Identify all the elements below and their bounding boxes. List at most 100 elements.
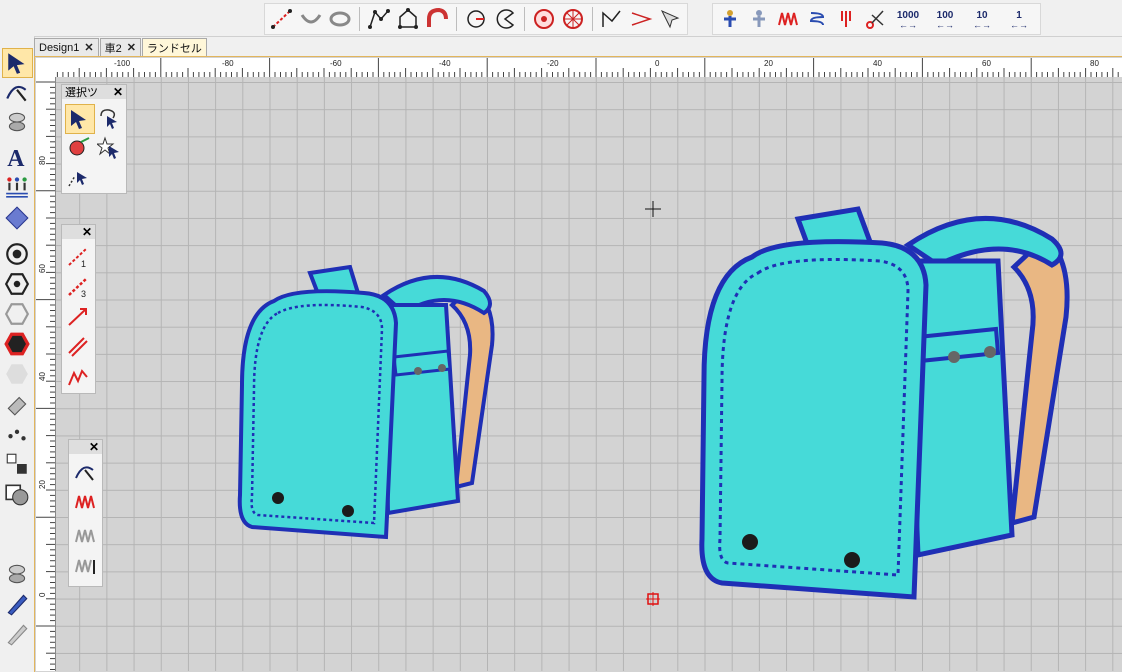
line-1-icon[interactable]: 1 <box>64 243 92 271</box>
hexagon-gray-icon[interactable] <box>2 360 31 388</box>
ruler-label: 60 <box>982 59 991 68</box>
closed-shape-icon[interactable] <box>395 6 421 32</box>
close-icon[interactable]: ✕ <box>113 85 123 99</box>
backpack-large-embroidery[interactable] <box>692 205 1092 605</box>
people-pattern-icon[interactable] <box>2 172 31 200</box>
select-arrow-icon[interactable] <box>2 48 33 78</box>
double-line-icon[interactable] <box>64 333 92 361</box>
panel-header: ✕ <box>69 440 102 454</box>
ruler-label: -40 <box>439 59 451 68</box>
satin-bar-icon[interactable] <box>71 552 99 580</box>
backpack-small-embroidery[interactable] <box>234 265 504 545</box>
top-toolbar: 1000 ←→ 100 ←→ 10 ←→ 1 ←→ <box>0 0 1122 37</box>
crosshair-cursor-icon <box>645 201 661 217</box>
ruler-label: 40 <box>873 59 882 68</box>
stitch-toolbar: 1000 ←→ 100 ←→ 10 ←→ 1 ←→ <box>712 3 1041 35</box>
ruler-label: -100 <box>114 59 131 68</box>
horizontal-ruler: -100 -80 -60 -40 -20 0 20 40 60 80 <box>56 58 1122 78</box>
select-plus-icon[interactable] <box>657 6 683 32</box>
ruler-label: -80 <box>222 59 234 68</box>
close-icon[interactable]: ✕ <box>89 440 99 454</box>
step-1000-button[interactable]: 1000 ←→ <box>891 6 925 32</box>
hexagon-ring-icon[interactable] <box>2 270 31 298</box>
star-circle-icon[interactable] <box>531 6 557 32</box>
svg-text:1: 1 <box>81 259 86 269</box>
polygon-icon[interactable] <box>366 6 392 32</box>
point-select-icon[interactable] <box>65 164 93 192</box>
ring-icon[interactable] <box>327 6 353 32</box>
target-circle-icon[interactable] <box>2 240 31 268</box>
tab-label: ランドセル <box>146 42 202 55</box>
object-select-icon[interactable] <box>65 134 93 162</box>
figure-alt-icon[interactable] <box>746 6 772 32</box>
curve-icon[interactable] <box>298 6 324 32</box>
svg-text:3: 3 <box>81 289 86 299</box>
line-3-icon[interactable]: 3 <box>64 273 92 301</box>
coil-icon[interactable] <box>804 6 830 32</box>
pen-icon[interactable] <box>2 590 31 618</box>
lasso-select-icon[interactable] <box>95 104 123 132</box>
close-icon[interactable]: ✕ <box>82 225 92 239</box>
ruler-corner <box>36 58 57 78</box>
ruler-label: 20 <box>38 480 47 489</box>
spool-alt-icon[interactable] <box>2 560 31 588</box>
satin-gray-icon[interactable] <box>71 522 99 550</box>
close-icon[interactable]: ✕ <box>127 41 136 54</box>
tab-car2[interactable]: 車2 ✕ <box>99 38 141 56</box>
ruler-label: -20 <box>547 59 559 68</box>
figure-icon[interactable] <box>717 6 743 32</box>
hexagon-red-icon[interactable] <box>2 330 31 358</box>
step-1-button[interactable]: 1 ←→ <box>1002 6 1036 32</box>
vertical-ruler: 80 60 40 20 0 <box>36 77 56 671</box>
fork-icon[interactable] <box>833 6 859 32</box>
satin-red-icon[interactable] <box>71 488 99 516</box>
zigzag-line-icon[interactable] <box>64 363 92 391</box>
text-letter-icon[interactable]: A <box>2 142 31 170</box>
step-100-button[interactable]: 100 ←→ <box>928 6 962 32</box>
ruler-label: 80 <box>1090 59 1099 68</box>
select-tool-panel: 選択ツ ✕ <box>61 84 127 194</box>
overlap-shapes-icon[interactable] <box>2 480 31 508</box>
stitch-spool-icon[interactable] <box>2 108 31 136</box>
tab-randoseru[interactable]: ランドセル <box>141 38 207 56</box>
ruler-label: 80 <box>38 156 47 165</box>
ruler-label: 20 <box>764 59 773 68</box>
arch-icon[interactable] <box>424 6 450 32</box>
pen-gray-icon[interactable] <box>2 620 31 648</box>
panel-title: 選択ツ <box>65 87 98 99</box>
dots-icon[interactable] <box>2 420 31 448</box>
reshape-icon[interactable] <box>2 78 31 106</box>
pie-icon[interactable] <box>492 6 518 32</box>
zigzag-line-icon[interactable] <box>599 6 625 32</box>
open-line-icon[interactable] <box>269 6 295 32</box>
select-arrow-icon[interactable] <box>65 104 95 134</box>
arrow-line-icon[interactable] <box>64 303 92 331</box>
ruler-label: 60 <box>38 264 47 273</box>
origin-marker-icon <box>646 592 660 606</box>
hexagon-outline-icon[interactable] <box>2 300 31 328</box>
panel-header: 選択ツ ✕ <box>62 85 126 99</box>
star-select-icon[interactable] <box>95 134 123 162</box>
ruler-label: 0 <box>655 59 660 68</box>
align-squares-icon[interactable] <box>2 450 31 478</box>
step-10-button[interactable]: 10 ←→ <box>965 6 999 32</box>
left-toolbar: A <box>0 36 35 671</box>
ruler-label: 0 <box>38 592 47 597</box>
radial-icon[interactable] <box>560 6 586 32</box>
ruler-label: -60 <box>330 59 342 68</box>
abc-diamond-icon[interactable] <box>2 204 31 232</box>
line-tool-panel: ✕ 1 3 <box>61 224 96 394</box>
ruler-label: 40 <box>38 372 47 381</box>
zigzag-stitch-icon[interactable] <box>775 6 801 32</box>
tab-label: 車2 <box>104 42 122 55</box>
eraser-icon[interactable] <box>2 390 31 418</box>
curve-select-icon[interactable] <box>71 458 99 486</box>
circle-arc-icon[interactable] <box>463 6 489 32</box>
scissors-icon[interactable] <box>862 6 888 32</box>
satin-tool-panel: ✕ <box>68 439 103 587</box>
close-icon[interactable]: ✕ <box>84 41 93 54</box>
arrow-point-icon[interactable] <box>628 6 654 32</box>
design-canvas[interactable] <box>56 77 1122 671</box>
tab-design1[interactable]: Design1 ✕ <box>34 38 99 56</box>
tab-label: Design1 <box>39 41 80 54</box>
